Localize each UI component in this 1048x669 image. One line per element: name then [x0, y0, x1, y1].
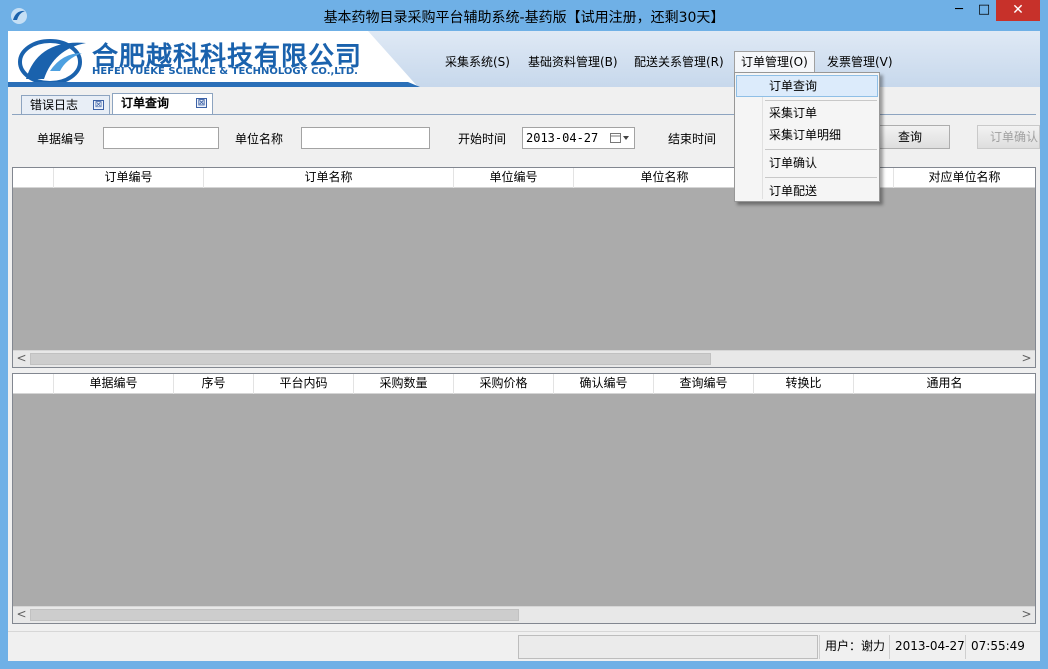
window-title: 基本药物目录采购平台辅助系统-基药版【试用注册，还剩30天】 [323, 10, 725, 26]
start-time-label: 开始时间 [458, 132, 507, 146]
main-window-client: 合肥越科科技有限公司 HEFEI YUEKE SCIENCE & TECHNOL… [8, 31, 1040, 661]
column-header[interactable]: 采购价格 [453, 374, 553, 394]
scroll-left-icon[interactable]: < [13, 607, 30, 623]
column-header[interactable]: 采购数量 [353, 374, 453, 394]
company-logo-icon [18, 39, 86, 85]
menu-item-order-query[interactable]: 订单查询 [736, 75, 878, 97]
banner-stripe [8, 82, 420, 87]
maximize-button[interactable]: □ [972, 0, 996, 21]
column-header[interactable]: 单位名称 [573, 168, 755, 188]
order-detail-grid-header: 单据编号 序号 平台内码 采购数量 采购价格 确认编号 查询编号 转换比 通用名 [13, 374, 1035, 394]
column-header[interactable]: 单据编号 [53, 374, 173, 394]
column-header[interactable]: 查询编号 [653, 374, 753, 394]
menu-invoice-management[interactable]: 发票管理(V) [827, 53, 893, 73]
tab-label: 订单查询 [121, 96, 170, 110]
column-header[interactable]: 转换比 [753, 374, 853, 394]
order-detail-grid[interactable]: 单据编号 序号 平台内码 采购数量 采购价格 确认编号 查询编号 转换比 通用名… [12, 373, 1036, 624]
status-date: 2013-04-27 [889, 635, 965, 659]
menu-item-order-delivery[interactable]: 订单配送 [736, 180, 878, 202]
column-header[interactable]: 通用名 [853, 374, 1035, 394]
menu-separator [765, 177, 877, 178]
status-bar: 用户：谢力 2013-04-27 07:55:49 [8, 631, 1040, 661]
order-grid-header: 订单编号 订单名称 单位编号 单位名称 对应单位名称 [13, 168, 1035, 188]
tab-close-icon[interactable]: ⊠ [196, 98, 207, 108]
status-time: 07:55:49 [965, 635, 1034, 659]
tab-divider [12, 114, 1036, 115]
company-logo: 合肥越科科技有限公司 HEFEI YUEKE SCIENCE & TECHNOL… [8, 31, 418, 87]
column-header[interactable]: 订单编号 [53, 168, 203, 188]
horizontal-scrollbar[interactable]: < > [13, 606, 1035, 623]
close-button[interactable]: ✕ [996, 0, 1040, 21]
menu-collection-system[interactable]: 采集系统(S) [445, 53, 510, 73]
menu-separator [765, 100, 877, 101]
doc-no-label: 单据编号 [37, 132, 86, 146]
status-user: 用户：谢力 [819, 635, 888, 659]
start-date-value: 2013-04-27 [526, 131, 599, 145]
tab-order-query[interactable]: 订单查询 ⊠ [112, 93, 213, 115]
calendar-dropdown-icon[interactable] [610, 132, 630, 144]
horizontal-scrollbar[interactable]: < > [13, 350, 1035, 367]
company-name-en: HEFEI YUEKE SCIENCE & TECHNOLOGY CO.,LTD… [92, 66, 358, 77]
tab-error-log[interactable]: 错误日志 ⊠ [21, 95, 110, 115]
unit-name-label: 单位名称 [235, 132, 284, 146]
scroll-thumb[interactable] [30, 609, 519, 621]
end-time-label: 结束时间 [668, 132, 717, 146]
tab-close-icon[interactable]: ⊠ [93, 100, 104, 110]
menu-separator [765, 149, 877, 150]
header-banner: 合肥越科科技有限公司 HEFEI YUEKE SCIENCE & TECHNOL… [8, 31, 1040, 87]
column-header[interactable]: 序号 [173, 374, 253, 394]
tab-label: 错误日志 [30, 98, 79, 112]
order-grid[interactable]: 订单编号 订单名称 单位编号 单位名称 对应单位名称 < > [12, 167, 1036, 368]
document-tabs: 错误日志 ⊠ 订单查询 ⊠ [8, 91, 1040, 115]
column-header[interactable]: 订单名称 [203, 168, 453, 188]
menu-order-management[interactable]: 订单管理(O) [734, 51, 815, 73]
menu-item-order-confirm[interactable]: 订单确认 [736, 152, 878, 174]
column-header[interactable]: 对应单位名称 [893, 168, 1035, 188]
menu-delivery-relations[interactable]: 配送关系管理(R) [634, 53, 724, 73]
doc-no-input[interactable] [103, 127, 219, 149]
unit-name-input[interactable] [301, 127, 430, 149]
window-title-bar[interactable]: 基本药物目录采购平台辅助系统-基药版【试用注册，还剩30天】 ─ □ ✕ [0, 0, 1048, 31]
scroll-thumb[interactable] [30, 353, 711, 365]
query-button[interactable]: 查询 [870, 125, 950, 149]
status-message-panel [518, 635, 818, 659]
scroll-right-icon[interactable]: > [1018, 607, 1035, 623]
minimize-button[interactable]: ─ [946, 0, 972, 21]
menu-basic-data[interactable]: 基础资料管理(B) [528, 53, 618, 73]
scroll-right-icon[interactable]: > [1018, 351, 1035, 367]
menu-item-collect-orders[interactable]: 采集订单 [736, 102, 878, 124]
column-header[interactable]: 单位编号 [453, 168, 573, 188]
order-management-dropdown: 订单查询 采集订单 采集订单明细 订单确认 订单配送 [734, 72, 880, 202]
order-confirm-button[interactable]: 订单确认 [977, 125, 1040, 149]
column-header[interactable]: 确认编号 [553, 374, 653, 394]
start-date-picker[interactable]: 2013-04-27 [522, 127, 635, 149]
menu-item-collect-order-details[interactable]: 采集订单明细 [736, 124, 878, 146]
column-header[interactable]: 平台内码 [253, 374, 353, 394]
scroll-left-icon[interactable]: < [13, 351, 30, 367]
